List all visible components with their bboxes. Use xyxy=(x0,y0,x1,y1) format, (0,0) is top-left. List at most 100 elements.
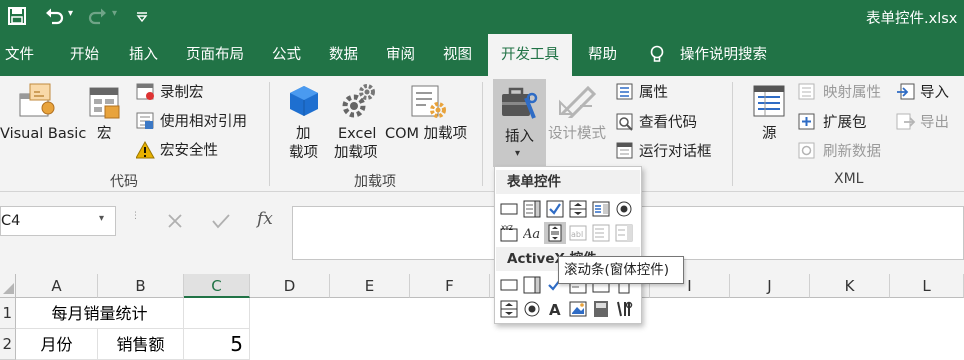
group-separator xyxy=(732,82,733,186)
record-macro-icon xyxy=(136,83,154,100)
window-title: 表单控件.xlsx xyxy=(866,11,958,27)
tab-formulas[interactable]: 公式 xyxy=(272,34,301,76)
insert-controls-label: 插入 xyxy=(505,129,534,145)
form-controls-header: 表单控件 xyxy=(496,170,640,194)
run-dialog-icon xyxy=(616,142,633,159)
cell-c2[interactable]: 5 xyxy=(184,329,250,360)
visual-basic-label: Visual Basic xyxy=(0,126,87,142)
cell-c1[interactable] xyxy=(184,298,250,329)
spin-button-control-icon[interactable] xyxy=(569,200,587,218)
expansion-packs-button[interactable]: 扩展包 xyxy=(798,112,890,134)
scroll-bar-tooltip: 滚动条(窗体控件) xyxy=(558,256,684,284)
enter-icon xyxy=(212,214,230,229)
tab-home[interactable]: 开始 xyxy=(70,34,99,76)
addins-icon xyxy=(290,86,318,116)
refresh-data-icon xyxy=(798,142,815,159)
xml-source-button[interactable]: 源 xyxy=(748,76,790,168)
column-header-d[interactable]: D xyxy=(250,274,330,298)
scroll-bar-control-highlight[interactable] xyxy=(544,222,566,244)
tab-page-layout[interactable]: 页面布局 xyxy=(186,34,244,76)
column-header-k[interactable]: K xyxy=(810,274,890,298)
activex-more-controls-icon[interactable] xyxy=(615,300,633,318)
tab-review[interactable]: 审阅 xyxy=(386,34,415,76)
checkbox-control-icon[interactable] xyxy=(546,200,564,218)
option-button-control-icon[interactable] xyxy=(615,200,633,218)
cell-a1-merged[interactable]: 每月销量统计 xyxy=(16,298,184,329)
worksheet-grid[interactable]: A B C D E F G H I J K L 1 2 每月销量统计 月份 销售… xyxy=(0,274,964,360)
scroll-bar-control-icon xyxy=(548,224,562,242)
macro-security-button[interactable]: 宏安全性 xyxy=(136,140,256,162)
excel-addins-button[interactable]: Excel 加载项 xyxy=(332,76,382,168)
column-header-j[interactable]: J xyxy=(730,274,810,298)
com-addins-button[interactable]: COM 加载项 xyxy=(384,76,474,168)
map-properties-label: 映射属性 xyxy=(823,85,881,101)
tab-developer[interactable]: 开发工具 xyxy=(488,34,572,76)
undo-dropdown-icon[interactable]: ▾ xyxy=(68,8,73,19)
activex-spin-button-icon[interactable] xyxy=(500,300,518,318)
cancel-icon xyxy=(168,214,182,228)
tab-data[interactable]: 数据 xyxy=(329,34,358,76)
import-button[interactable]: 导入 xyxy=(896,82,960,104)
relative-reference-button[interactable]: 使用相对引用 xyxy=(136,111,256,133)
select-all-corner[interactable] xyxy=(0,274,16,298)
warning-icon xyxy=(136,141,155,159)
tab-view[interactable]: 视图 xyxy=(443,34,472,76)
button-control-icon[interactable] xyxy=(500,200,518,218)
select-all-icon xyxy=(3,283,14,294)
activex-option-button-icon[interactable] xyxy=(523,300,541,318)
macros-label: 宏 xyxy=(97,126,112,142)
label-control-icon[interactable]: Aa xyxy=(523,224,541,242)
row-header-2[interactable]: 2 xyxy=(0,329,16,360)
visual-basic-button[interactable]: Visual Basic xyxy=(0,76,86,168)
svg-text:XYZ: XYZ xyxy=(501,225,513,232)
com-addins-icon xyxy=(411,85,446,118)
activex-command-button-icon[interactable] xyxy=(500,276,518,294)
column-header-c[interactable]: C xyxy=(184,274,250,298)
activex-combo-box-icon[interactable] xyxy=(523,276,541,294)
run-dialog-button[interactable]: 运行对话框 xyxy=(616,141,716,163)
lightbulb-icon xyxy=(650,45,664,62)
column-header-l[interactable]: L xyxy=(890,274,964,298)
name-box-dropdown-icon[interactable]: ▾ xyxy=(99,213,104,224)
undo-icon[interactable] xyxy=(44,7,64,25)
column-header-a[interactable]: A xyxy=(16,274,98,298)
row-header-1[interactable]: 1 xyxy=(0,298,16,329)
group-box-control-icon[interactable]: XYZ xyxy=(500,224,518,242)
insert-controls-button[interactable]: 插入 ▾ xyxy=(493,79,546,167)
save-icon[interactable] xyxy=(8,7,26,25)
customize-qat-icon[interactable] xyxy=(136,11,148,23)
properties-button[interactable]: 属性 xyxy=(616,82,716,104)
group-addins-label: 加载项 xyxy=(354,174,396,190)
com-addins-label: COM 加载项 xyxy=(385,126,468,142)
import-label: 导入 xyxy=(920,85,949,101)
column-header-e[interactable]: E xyxy=(330,274,410,298)
cell-b2[interactable]: 销售额 xyxy=(98,329,184,360)
activex-label-icon[interactable]: A xyxy=(546,300,564,318)
tab-insert[interactable]: 插入 xyxy=(129,34,158,76)
column-header-b[interactable]: B xyxy=(98,274,184,298)
addins-button[interactable]: 加 载项 xyxy=(282,76,326,168)
design-mode-icon xyxy=(559,85,597,118)
text-field-control-icon: abl xyxy=(569,225,587,241)
macros-button[interactable]: 宏 xyxy=(88,76,126,168)
insert-function-button[interactable]: fx xyxy=(257,209,273,229)
list-box-control-icon[interactable] xyxy=(592,200,610,218)
name-box[interactable]: C4 ▾ xyxy=(0,206,116,236)
tell-me-search[interactable]: 操作说明搜索 xyxy=(680,34,767,76)
combo-box-control-icon[interactable] xyxy=(523,200,541,218)
view-code-label: 查看代码 xyxy=(639,115,697,131)
activex-image-icon[interactable] xyxy=(569,300,587,318)
view-code-icon xyxy=(616,113,633,131)
group-xml-label: XML xyxy=(834,171,864,187)
cell-a2[interactable]: 月份 xyxy=(16,329,98,360)
map-properties-button: 映射属性 xyxy=(798,82,890,104)
insert-dropdown-icon: ▾ xyxy=(515,148,521,159)
view-code-button[interactable]: 查看代码 xyxy=(616,112,716,134)
record-macro-button[interactable]: 录制宏 xyxy=(136,82,256,104)
export-button: 导出 xyxy=(896,112,960,134)
tab-help[interactable]: 帮助 xyxy=(588,34,617,76)
tab-file[interactable]: 文件 xyxy=(5,34,34,76)
xml-source-label: 源 xyxy=(762,126,777,142)
column-header-f[interactable]: F xyxy=(410,274,490,298)
activex-toggle-button-icon[interactable] xyxy=(592,300,610,318)
